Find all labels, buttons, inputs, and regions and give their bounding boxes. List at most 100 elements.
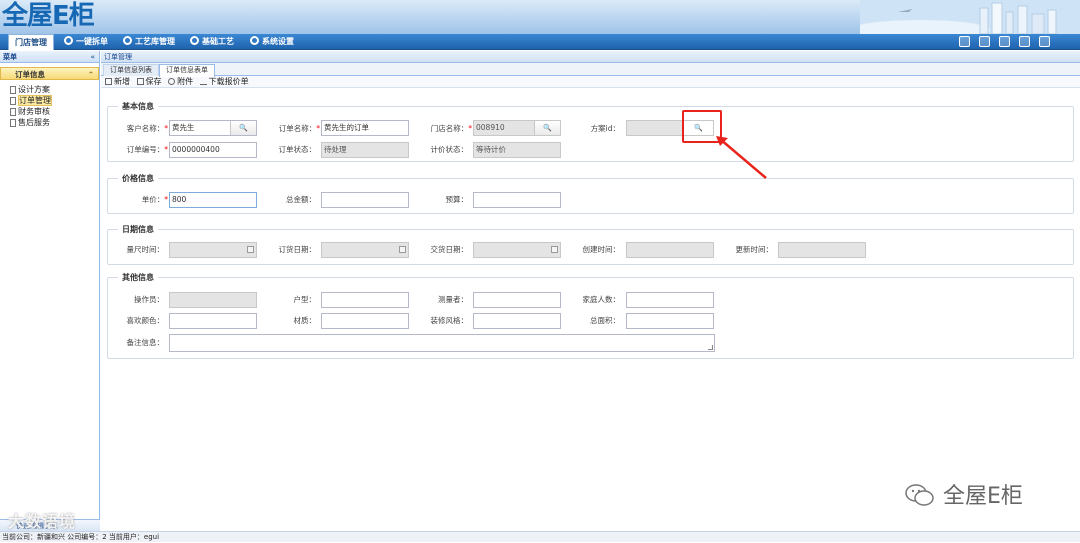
attachment-button[interactable]: 附件 bbox=[168, 76, 193, 88]
nav-label: 系统设置 bbox=[262, 37, 294, 46]
app-header: 全屋E柜 bbox=[0, 0, 1080, 34]
new-button[interactable]: 新增 bbox=[105, 76, 130, 88]
monitor-icon[interactable] bbox=[959, 36, 970, 47]
sidebar: 菜单 « 订单信息 ⌃ 设计方案 订单管理 财务审核 售后服务 快速编辑信息 bbox=[0, 51, 100, 531]
status-bar: 当前公司：新疆和兴 公司编号：2 当前用户：egui bbox=[0, 531, 1080, 542]
budget-field[interactable] bbox=[473, 192, 561, 208]
search-icon[interactable]: 🔍 bbox=[534, 121, 560, 135]
document-icon[interactable] bbox=[979, 36, 990, 47]
download-quote-button[interactable]: 下载报价单 bbox=[199, 76, 249, 88]
sidebar-item-finance-audit[interactable]: 财务审核 bbox=[10, 106, 99, 117]
watermark-right: 全屋E柜 bbox=[905, 478, 1023, 510]
total-area-field[interactable] bbox=[626, 313, 714, 329]
download-label: 下载报价单 bbox=[208, 77, 249, 86]
customer-name-label: 客户名称：* bbox=[108, 121, 168, 137]
favorite-color-field[interactable] bbox=[169, 313, 257, 329]
customer-name-value: 黄先生 bbox=[172, 123, 195, 132]
chevron-up-icon[interactable]: ⌃ bbox=[88, 68, 94, 81]
sidebar-group-order-info[interactable]: 订单信息 ⌃ bbox=[0, 67, 99, 80]
collapse-sidebar-button[interactable]: « bbox=[90, 51, 95, 63]
delivery-date-datepicker[interactable] bbox=[473, 242, 561, 258]
user-icon[interactable] bbox=[999, 36, 1010, 47]
house-type-label: 户型： bbox=[293, 295, 317, 304]
check-circle-icon bbox=[64, 36, 73, 45]
calendar-icon[interactable] bbox=[551, 246, 558, 253]
calendar-icon[interactable] bbox=[247, 246, 254, 253]
document-icon bbox=[10, 108, 16, 116]
save-icon bbox=[136, 78, 144, 85]
document-icon bbox=[10, 119, 16, 127]
pricing-status-field[interactable]: 等待计价 bbox=[473, 142, 561, 158]
family-size-field[interactable] bbox=[626, 292, 714, 308]
label-text: 订单编号： bbox=[126, 145, 165, 154]
main-nav: 门店管理 一键拆单 工艺库管理 基础工艺 系统设置 bbox=[0, 34, 1080, 50]
nav-one-click-split[interactable]: 一键拆单 bbox=[60, 34, 108, 50]
settings-circle-icon bbox=[250, 36, 259, 45]
watermark-left: 大数语境 bbox=[8, 512, 77, 531]
nav-label: 门店管理 bbox=[15, 38, 47, 47]
calendar-icon[interactable] bbox=[399, 246, 406, 253]
sidebar-item-label: 订单管理 bbox=[18, 95, 52, 106]
tab-strip: 订单信息列表 订单信息表单 bbox=[101, 63, 1080, 77]
nav-process-library[interactable]: 工艺库管理 bbox=[119, 34, 175, 50]
download-icon bbox=[199, 78, 207, 85]
customer-name-combo[interactable]: 黄先生 🔍 bbox=[169, 120, 257, 136]
unit-price-field[interactable]: 800 bbox=[169, 192, 257, 208]
nav-store-management[interactable]: 门店管理 bbox=[8, 34, 54, 50]
store-name-combo[interactable]: 008910 🔍 bbox=[473, 120, 561, 136]
tab-order-form[interactable]: 订单信息表单 bbox=[159, 64, 215, 77]
sidebar-item-label: 设计方案 bbox=[18, 85, 50, 94]
resize-handle-icon[interactable] bbox=[708, 345, 713, 350]
nav-system-settings[interactable]: 系统设置 bbox=[246, 34, 294, 50]
total-amount-field[interactable] bbox=[321, 192, 409, 208]
decor-style-field[interactable] bbox=[473, 313, 561, 329]
document-icon bbox=[10, 97, 16, 105]
notes-textarea[interactable] bbox=[169, 334, 715, 352]
house-type-field[interactable] bbox=[321, 292, 409, 308]
measure-time-label: 量尺时间： bbox=[126, 245, 165, 254]
check-circle-icon bbox=[123, 36, 132, 45]
sidebar-header: 菜单 « bbox=[0, 51, 99, 63]
order-no-field[interactable]: 0000000400 bbox=[169, 142, 257, 158]
new-file-icon bbox=[105, 78, 112, 85]
nav-label: 工艺库管理 bbox=[135, 37, 175, 46]
gear-icon[interactable] bbox=[1019, 36, 1030, 47]
sidebar-item-after-sales[interactable]: 售后服务 bbox=[10, 117, 99, 128]
order-status-field[interactable]: 待处理 bbox=[321, 142, 409, 158]
update-time-field[interactable] bbox=[778, 242, 866, 258]
nav-basic-process[interactable]: 基础工艺 bbox=[186, 34, 234, 50]
order-no-label: 订单编号：* bbox=[108, 142, 168, 158]
header-tool-icons bbox=[950, 36, 1050, 48]
required-mark: * bbox=[164, 124, 168, 133]
order-name-field[interactable]: 黄先生的订单 bbox=[321, 120, 409, 136]
tab-order-list[interactable]: 订单信息列表 bbox=[103, 64, 159, 76]
operator-label: 操作员： bbox=[134, 295, 164, 304]
material-field[interactable] bbox=[321, 313, 409, 329]
favorite-color-label: 喜欢颜色： bbox=[126, 316, 165, 325]
fieldset-legend: 其他信息 bbox=[118, 272, 158, 283]
required-mark: * bbox=[468, 124, 472, 133]
app-logo: 全屋E柜 bbox=[2, 1, 95, 31]
notes-label: 备注信息： bbox=[126, 338, 165, 347]
sidebar-item-design-scheme[interactable]: 设计方案 bbox=[10, 84, 99, 95]
scheme-id-label: 方案id： bbox=[590, 124, 620, 133]
pricing-status-label: 计价状态： bbox=[430, 145, 469, 154]
attachment-icon bbox=[168, 78, 176, 85]
sidebar-item-order-management[interactable]: 订单管理 bbox=[10, 95, 99, 106]
document-icon bbox=[10, 86, 16, 94]
search-icon[interactable]: 🔍 bbox=[230, 121, 256, 135]
order-date-datepicker[interactable] bbox=[321, 242, 409, 258]
exit-icon[interactable] bbox=[1039, 36, 1050, 47]
measurer-field[interactable] bbox=[473, 292, 561, 308]
create-time-field[interactable] bbox=[626, 242, 714, 258]
measure-time-datepicker[interactable] bbox=[169, 242, 257, 258]
material-label: 材质： bbox=[293, 316, 317, 325]
fieldset-legend: 价格信息 bbox=[118, 173, 158, 184]
budget-label: 预算： bbox=[445, 195, 469, 204]
create-time-label: 创建时间： bbox=[582, 245, 621, 254]
breadcrumb: 订单管理 bbox=[101, 51, 1080, 63]
save-button[interactable]: 保存 bbox=[136, 76, 162, 88]
wechat-icon bbox=[905, 484, 934, 506]
sidebar-item-label: 财务审核 bbox=[18, 107, 50, 116]
operator-field[interactable] bbox=[169, 292, 257, 308]
